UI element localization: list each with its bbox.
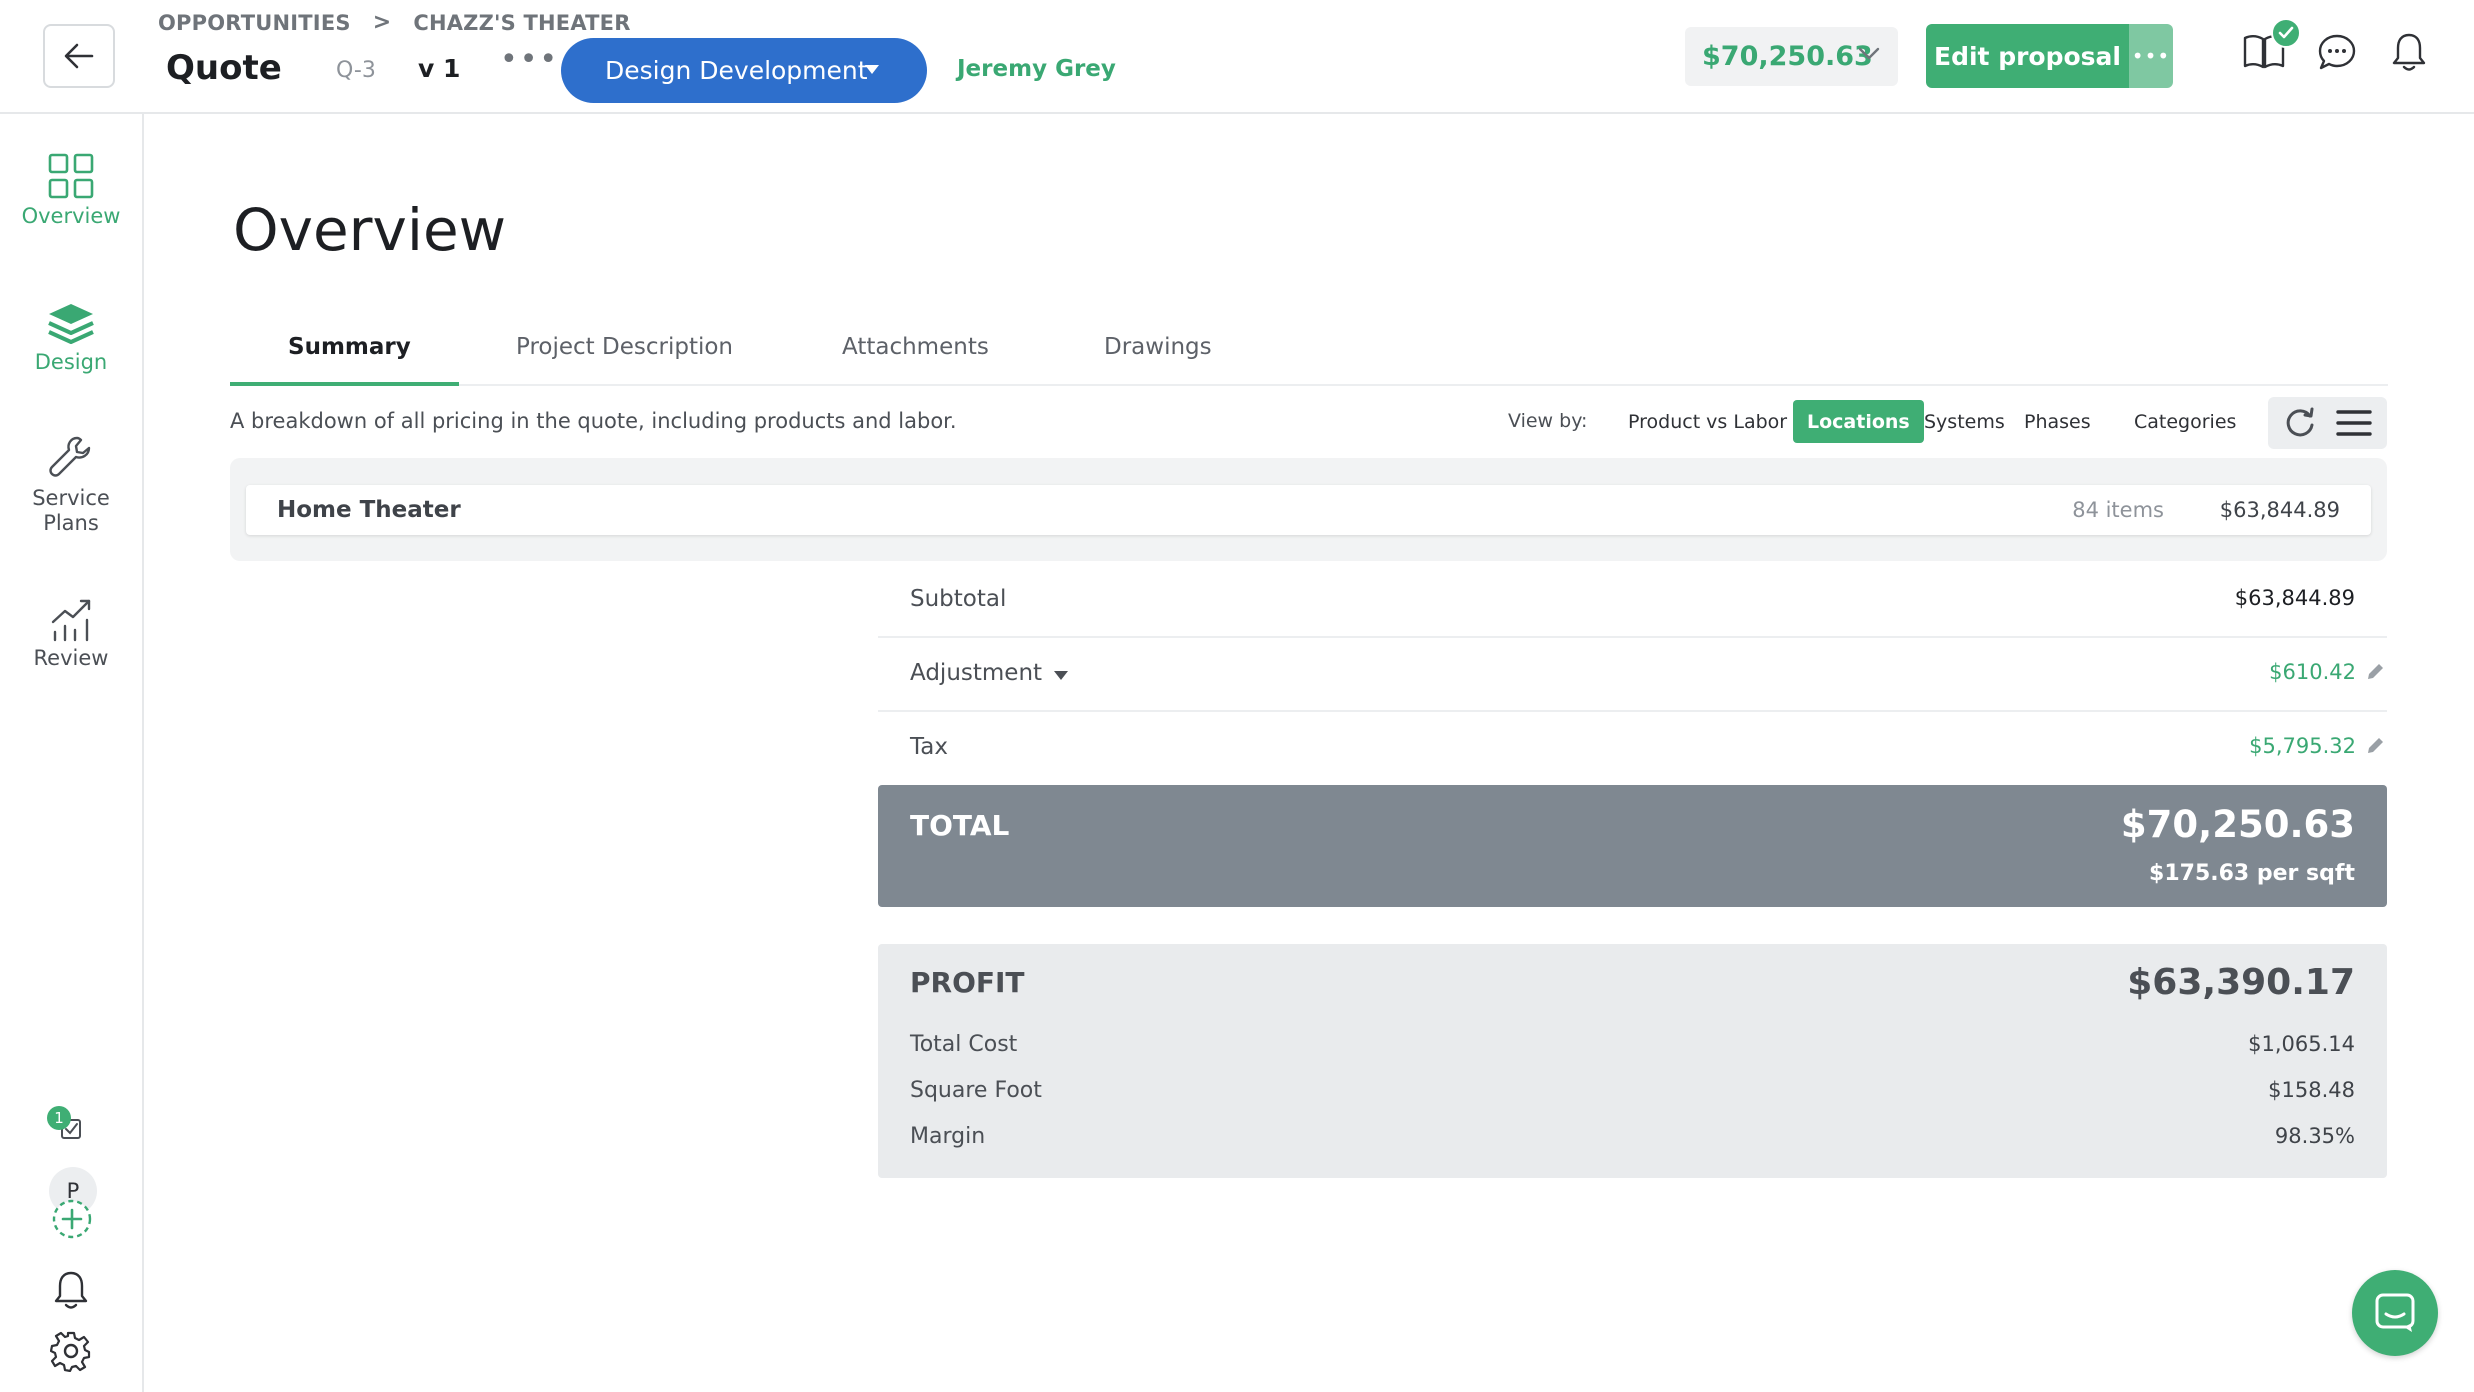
breadcrumb-project[interactable]: CHAZZ'S THEATER xyxy=(413,11,630,35)
profit-label: PROFIT xyxy=(910,966,1025,999)
adjustment-row: Adjustment $610.42 xyxy=(878,638,2387,712)
notifications-bell-icon[interactable] xyxy=(52,1269,90,1315)
edit-proposal-button[interactable]: Edit proposal xyxy=(1926,24,2129,88)
square-foot-value: $158.48 xyxy=(2268,1078,2355,1102)
sidebar-label-review: Review xyxy=(33,646,109,670)
location-row-home-theater[interactable]: Home Theater 84 items $63,844.89 xyxy=(246,485,2371,535)
tasks-count-badge: 1 xyxy=(47,1106,71,1130)
tax-label: Tax xyxy=(910,734,948,760)
edit-adjustment-icon[interactable] xyxy=(2365,662,2385,682)
adjustment-caret-icon[interactable] xyxy=(1054,671,1068,680)
total-value: $70,250.63 xyxy=(2120,803,2355,846)
tab-summary[interactable]: Summary xyxy=(288,334,411,360)
chat-bubble-icon[interactable] xyxy=(2313,28,2361,76)
location-groups: Home Theater 84 items $63,844.89 xyxy=(230,458,2387,561)
total-label: TOTAL xyxy=(910,809,1010,842)
tab-attachments[interactable]: Attachments xyxy=(842,334,989,360)
wrench-icon xyxy=(49,436,91,477)
more-options-button[interactable]: ••• xyxy=(500,45,559,75)
tab-drawings[interactable]: Drawings xyxy=(1104,334,1212,360)
subtotal-label: Subtotal xyxy=(910,586,1007,612)
view-by-categories[interactable]: Categories xyxy=(2120,400,2250,443)
view-by-label: View by: xyxy=(1508,410,1588,432)
view-tools xyxy=(2268,397,2387,449)
total-panel: TOTAL $70,250.63 $175.63 per sqft xyxy=(878,785,2387,907)
sidebar-label-design: Design xyxy=(34,350,108,374)
tax-row: Tax $5,795.32 xyxy=(878,712,2387,786)
price-value: $70,250.63 xyxy=(1702,41,1873,72)
page-heading: Overview xyxy=(233,196,507,264)
margin-value: 98.35% xyxy=(2274,1124,2355,1148)
adjustment-label: Adjustment xyxy=(910,660,1043,686)
sidebar-item-design[interactable]: Design xyxy=(0,302,142,375)
breadcrumb-opportunities[interactable]: OPPORTUNITIES xyxy=(158,11,351,35)
caret-down-icon xyxy=(865,65,879,74)
stage-label: Design Development xyxy=(605,56,868,85)
summary-description: A breakdown of all pricing in the quote,… xyxy=(230,409,957,433)
left-sidebar: Overview Design Service Plans Review 1 P xyxy=(0,114,144,1392)
total-per-sqft: $175.63 per sqft xyxy=(2149,861,2355,886)
sidebar-item-review[interactable]: Review xyxy=(0,596,142,671)
breadcrumb-separator: > xyxy=(372,10,392,35)
check-badge-icon xyxy=(2271,18,2301,48)
total-cost-label: Total Cost xyxy=(910,1032,1018,1057)
chart-icon xyxy=(51,599,91,642)
sidebar-item-overview[interactable]: Overview xyxy=(0,152,142,229)
version-label[interactable]: v 1 xyxy=(418,54,460,83)
tab-project-description[interactable]: Project Description xyxy=(516,334,733,360)
view-by-product-vs-labor[interactable]: Product vs Labor xyxy=(1614,400,1801,443)
refresh-icon[interactable] xyxy=(2282,405,2318,441)
sidebar-label-overview: Overview xyxy=(21,204,121,228)
active-tab-indicator xyxy=(230,382,459,386)
support-chat-button[interactable] xyxy=(2352,1270,2438,1356)
total-cost-value: $1,065.14 xyxy=(2248,1032,2355,1056)
location-name: Home Theater xyxy=(277,497,461,523)
add-user-icon[interactable] xyxy=(49,1199,95,1243)
margin-label: Margin xyxy=(910,1124,986,1149)
owner-link[interactable]: Jeremy Grey xyxy=(957,56,1116,82)
stage-dropdown[interactable]: Design Development xyxy=(561,38,927,103)
layers-icon xyxy=(48,304,94,344)
profit-panel: PROFIT $63,390.17 Total Cost $1,065.14 S… xyxy=(878,944,2387,1178)
view-by-locations[interactable]: Locations xyxy=(1793,400,1924,443)
price-dropdown[interactable]: $70,250.63 xyxy=(1685,27,1898,86)
location-total: $63,844.89 xyxy=(2219,498,2340,522)
adjustment-value: $610.42 xyxy=(2269,660,2356,684)
gear-icon[interactable] xyxy=(49,1330,92,1376)
tab-bar: Summary Project Description Attachments … xyxy=(230,324,2388,386)
subtotal-value: $63,844.89 xyxy=(2234,586,2355,610)
tax-value: $5,795.32 xyxy=(2249,734,2356,758)
square-foot-label: Square Foot xyxy=(910,1078,1042,1103)
bell-icon[interactable] xyxy=(2385,28,2433,76)
breadcrumb: OPPORTUNITIES > CHAZZ'S THEATER xyxy=(158,10,631,35)
arrow-left-icon xyxy=(64,43,94,69)
chevron-down-icon xyxy=(1858,47,1880,60)
quote-id: Q-3 xyxy=(336,58,376,83)
edit-tax-icon[interactable] xyxy=(2365,736,2385,756)
view-by-phases[interactable]: Phases xyxy=(2010,400,2105,443)
sidebar-label-service-plans: Service Plans xyxy=(32,486,110,535)
list-view-icon[interactable] xyxy=(2336,405,2372,441)
view-by-systems[interactable]: Systems xyxy=(1910,400,2019,443)
back-button[interactable] xyxy=(43,24,115,88)
sidebar-item-service-plans[interactable]: Service Plans xyxy=(0,434,142,536)
grid-icon xyxy=(48,153,94,199)
top-bar: OPPORTUNITIES > CHAZZ'S THEATER Quote Q-… xyxy=(0,0,2474,114)
edit-proposal-more-button[interactable]: ••• xyxy=(2129,24,2173,88)
location-item-count: 84 items xyxy=(2072,498,2164,522)
chat-icon xyxy=(2375,1293,2415,1332)
profit-value: $63,390.17 xyxy=(2127,962,2355,1003)
page-title: Quote xyxy=(166,48,282,88)
subtotal-row: Subtotal $63,844.89 xyxy=(878,564,2387,638)
